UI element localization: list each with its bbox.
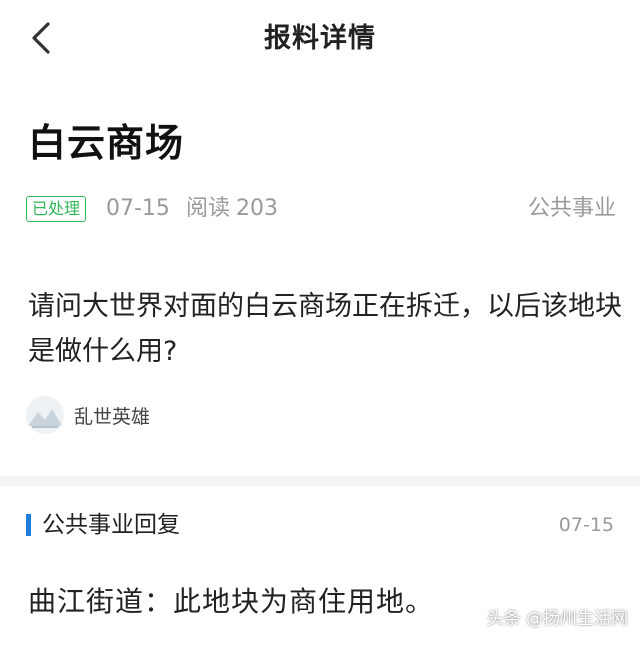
post-title: 白云商场: [28, 121, 185, 165]
avatar: [26, 396, 64, 434]
reply-title: 公共事业回复: [42, 512, 180, 538]
post-body: 请问大世界对面的白云商场正在拆迁，以后该地块是做什么用?: [28, 291, 622, 367]
page-title: 报料详情: [264, 23, 376, 54]
post-meta: 已处理 07-15 阅读 203 公共事业: [26, 194, 616, 228]
read-count: 阅读 203: [186, 194, 284, 224]
reply-body: 曲江街道：此地块为商住用地。: [28, 585, 435, 618]
reply-accent-bar: [26, 514, 31, 536]
reply-date: 07-15: [558, 514, 614, 536]
read-number: 203: [236, 196, 279, 221]
read-label: 阅读: [186, 196, 231, 221]
post-category[interactable]: 公共事业: [528, 194, 616, 224]
section-divider: [0, 476, 640, 486]
watermark: 头条 @扬州生活网: [486, 609, 628, 629]
author-name: 乱世英雄: [74, 406, 151, 428]
nav-bar: 报料详情: [0, 0, 640, 76]
reply-header: 公共事业回复 07-15: [26, 510, 614, 540]
mountain-avatar-icon: [26, 396, 64, 434]
post-date: 07-15: [106, 196, 170, 221]
status-badge: 已处理: [26, 196, 87, 222]
